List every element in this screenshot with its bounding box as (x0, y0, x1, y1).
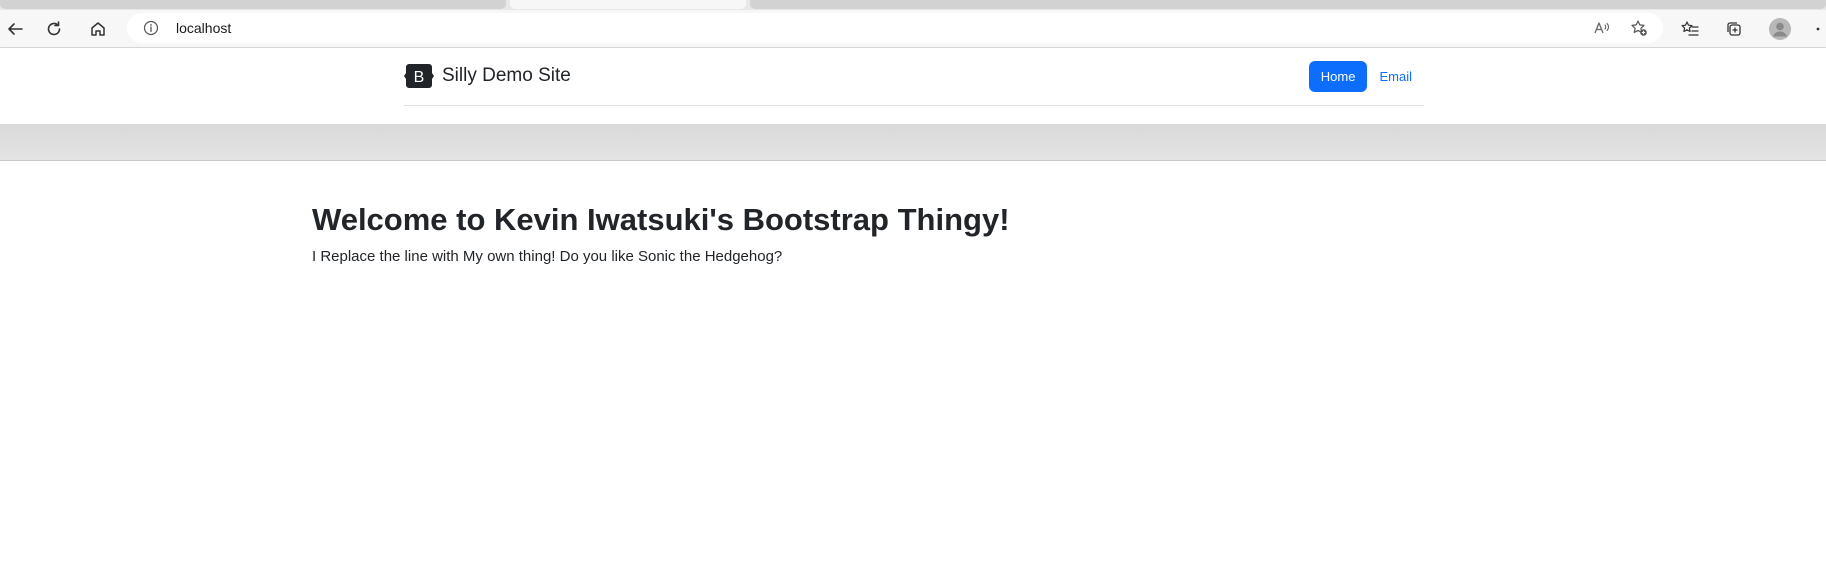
avatar-icon (1769, 18, 1791, 40)
header-band (0, 124, 1826, 161)
more-icon (1816, 27, 1820, 31)
address-bar[interactable]: localhost (127, 13, 1663, 43)
reload-icon (47, 21, 61, 36)
intro-paragraph: I Replace the line with My own thing! Do… (312, 248, 783, 265)
back-button[interactable] (0, 14, 30, 44)
header-container: B Silly Demo Site Home Email (404, 48, 1424, 106)
home-button[interactable] (83, 14, 113, 44)
profile-button[interactable] (1765, 14, 1795, 44)
browser-tab-active[interactable] (510, 0, 746, 9)
bootstrap-logo-icon: B (404, 64, 434, 88)
info-icon[interactable] (143, 20, 159, 36)
read-aloud-icon[interactable] (1593, 19, 1611, 37)
main-content: Welcome to Kevin Iwatsuki's Bootstrap Th… (312, 200, 1512, 267)
collections-button[interactable] (1719, 14, 1749, 44)
star-add-icon[interactable] (1630, 19, 1648, 37)
collections-icon (1727, 22, 1741, 36)
brand-link[interactable]: B Silly Demo Site (404, 62, 571, 90)
more-button[interactable] (1810, 14, 1826, 44)
brand-logo-letter: B (414, 69, 425, 86)
home-icon (91, 22, 105, 36)
favorites-icon (1681, 21, 1699, 36)
reload-button[interactable] (39, 14, 69, 44)
main-nav: Home Email (1308, 61, 1424, 92)
nav-email-link[interactable]: Email (1367, 61, 1424, 92)
browser-tab-strip (0, 0, 1826, 10)
url-text[interactable]: localhost (176, 20, 231, 36)
site-header: B Silly Demo Site Home Email (0, 48, 1826, 124)
browser-tab[interactable] (0, 0, 506, 9)
page-title: Welcome to Kevin Iwatsuki's Bootstrap Th… (312, 202, 1010, 237)
browser-tab-strip-empty (750, 0, 1826, 9)
browser-toolbar: localhost (0, 10, 1826, 47)
arrow-left-icon (8, 23, 23, 35)
nav-home-link[interactable]: Home (1308, 61, 1368, 92)
brand-name[interactable]: Silly Demo Site (442, 65, 571, 87)
favorites-button[interactable] (1675, 14, 1705, 44)
